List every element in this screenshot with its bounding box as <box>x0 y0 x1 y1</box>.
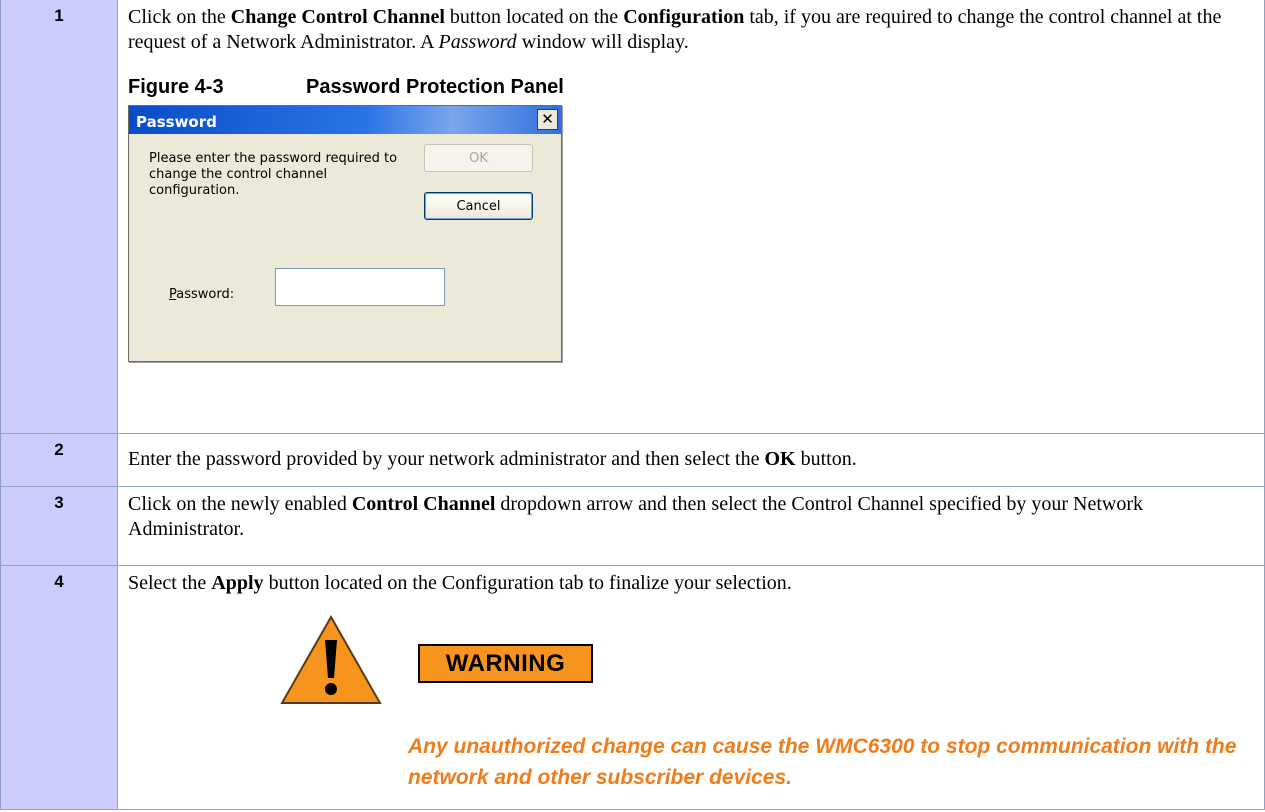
password-dialog: Password ✕ Please enter the password req… <box>128 105 562 362</box>
step-row: 3 Click on the newly enabled Control Cha… <box>0 485 1265 566</box>
warning-block: WARNING Any unauthorized change can caus… <box>128 596 1254 801</box>
step-text: Click on the newly enabled Control Chann… <box>128 492 1143 540</box>
step-text: Select the Apply button located on the C… <box>128 571 792 594</box>
step-body: Click on the Change Control Channel butt… <box>117 0 1265 434</box>
step-row: 1 Click on the Change Control Channel bu… <box>0 0 1265 434</box>
dialog-title: Password <box>136 113 217 131</box>
dialog-message: Please enter the password required to ch… <box>149 151 398 198</box>
step-number: 1 <box>0 0 118 434</box>
figure-title: Password Protection Panel <box>306 76 564 98</box>
close-icon[interactable]: ✕ <box>537 109 558 130</box>
password-input[interactable] <box>275 268 445 306</box>
step-number: 3 <box>0 485 118 566</box>
figure-caption: Figure 4-3 Password Protection Panel <box>128 75 1254 101</box>
dialog-titlebar: Password ✕ <box>129 106 561 134</box>
step-text: Enter the password provided by your netw… <box>128 447 857 470</box>
step-text: Click on the Change Control Channel butt… <box>128 6 1222 53</box>
warning-message: Any unauthorized change can cause the WM… <box>408 734 1237 789</box>
step-number: 4 <box>0 564 118 810</box>
step-body: Click on the newly enabled Control Chann… <box>117 485 1265 566</box>
step-number: 2 <box>0 432 118 487</box>
cancel-button[interactable]: Cancel <box>424 192 533 220</box>
step-body: Select the Apply button located on the C… <box>117 564 1265 810</box>
step-row: 4 Select the Apply button located on the… <box>0 564 1265 810</box>
step-row: 2 Enter the password provided by your ne… <box>0 432 1265 487</box>
ok-button[interactable]: OK <box>424 144 533 172</box>
figure-number: Figure 4-3 <box>128 76 224 98</box>
step-body: Enter the password provided by your netw… <box>117 432 1265 487</box>
warning-triangle-icon <box>280 614 382 704</box>
password-label: Password: <box>169 287 235 302</box>
warning-label: WARNING <box>418 643 593 683</box>
procedure-table: 1 Click on the Change Control Channel bu… <box>0 0 1265 810</box>
